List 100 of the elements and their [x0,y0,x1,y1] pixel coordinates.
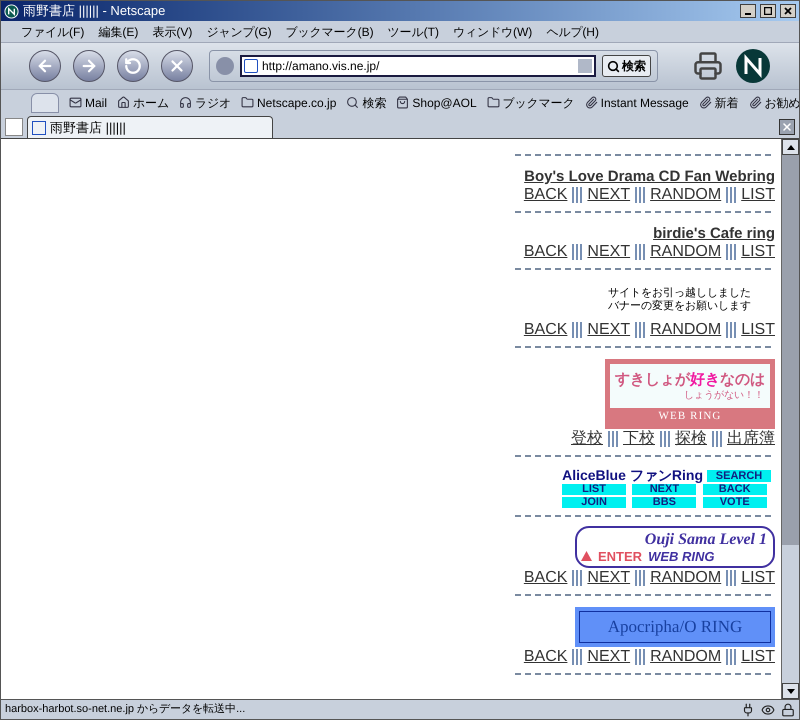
ring-link[interactable]: BACK [524,242,568,261]
paperclip-icon [748,96,762,109]
headphones-icon [179,96,192,109]
ring-link[interactable]: BACK [524,568,568,587]
banner-button[interactable]: BBS [632,497,696,508]
ring-link[interactable]: NEXT [587,647,630,666]
ring-banner[interactable]: Ouji Sama Level 1 ENTER WEB RING [575,526,775,568]
maximize-icon[interactable] [764,7,772,15]
search-icon [346,96,360,109]
ring-link[interactable]: 探検 [675,429,707,448]
separator-icon [634,648,646,664]
ring-banner[interactable]: AliceBlue ファンRing SEARCH LIST NEXT BACK JOIN BBS VOTE [562,468,771,508]
ring-title-link[interactable]: Boy's Love Drama CD Fan Webring [524,169,775,185]
banner-text: WEB RING [658,409,722,423]
status-text: harbox-harbot.so-net.ne.jp からデータを転送中... [5,702,246,718]
banner-text: すきしょが好きなのは [615,370,765,388]
bookmark-link[interactable]: Instant Message [600,94,689,112]
ring-link[interactable]: 下校 [623,429,655,448]
banner-button[interactable]: SEARCH [707,470,771,482]
triangle-icon [581,551,592,561]
up-arrow-icon[interactable] [786,144,794,150]
maximize-button[interactable] [760,4,776,18]
menu-item[interactable]: ブックマーク(B) [286,22,374,40]
bookmark-link[interactable]: ホーム [133,94,170,112]
bookmark-link[interactable]: Mail [85,94,108,112]
ring-link[interactable]: LIST [741,320,775,339]
separator-icon [634,244,646,260]
ring-link[interactable]: LIST [741,568,775,587]
menu-item[interactable]: ジャンプ(G) [206,22,272,40]
ring-link[interactable]: BACK [524,320,568,339]
window-title: 雨野書店 |||||| - Netscape [23,2,166,20]
sidebar-toggle[interactable] [31,92,59,112]
ring-link[interactable]: BACK [524,185,568,204]
ring-link[interactable]: RANDOM [650,647,722,666]
ring-link[interactable]: RANDOM [650,185,722,204]
menu-item[interactable]: 編集(E) [98,22,138,40]
folder-icon [241,96,254,109]
separator-icon [571,244,584,260]
separator-icon [659,430,671,446]
new-tab-icon[interactable] [5,118,23,136]
scroll-thumb[interactable] [782,155,799,545]
paperclip-icon [584,96,598,109]
ring-link[interactable]: NEXT [587,320,630,339]
ring-link[interactable]: NEXT [587,568,630,587]
ring-link[interactable]: NEXT [587,242,630,261]
ring-link[interactable]: RANDOM [650,320,722,339]
close-icon[interactable] [784,7,792,15]
ring-link[interactable]: LIST [741,242,775,261]
bookmark-link[interactable]: ブックマーク [502,94,575,112]
menu-item[interactable]: ツール(T) [388,22,439,40]
address-field[interactable]: http://amano.vis.ne.jp/ [240,55,596,77]
ring-link[interactable]: RANDOM [650,568,722,587]
ring-link[interactable]: 出席簿 [727,429,775,448]
separator-icon [725,648,738,664]
browser-tab[interactable]: 雨野書店 |||||| [27,116,273,138]
ring-link[interactable]: RANDOM [650,242,722,261]
menu-item[interactable]: ヘルプ(H) [546,22,599,40]
banner-button[interactable]: JOIN [562,497,626,508]
scroll-up-button[interactable] [782,139,799,155]
ring-title-link[interactable]: birdie's Cafe ring [653,226,775,242]
ring-link[interactable]: BACK [524,647,568,666]
banner-text: Apocripha/O RING [608,616,742,638]
minimize-button[interactable] [740,4,756,18]
bookmark-link[interactable]: Netscape.co.jp [257,94,336,112]
separator-icon [571,322,584,338]
reload-button[interactable] [117,50,149,82]
ring-banner[interactable]: すきしょが好きなのは しょうがない！！ WEB RING [605,359,775,429]
ring-link[interactable]: NEXT [587,185,630,204]
banner-button[interactable]: NEXT [632,484,696,495]
ring-link[interactable]: 登校 [571,429,603,448]
bookmark-link[interactable]: Shop@AOL [412,94,477,112]
bookmark-link[interactable]: ラジオ [195,94,232,112]
stop-button[interactable] [161,50,193,82]
back-icon[interactable] [36,57,54,75]
menu-item[interactable]: ファイル(F) [21,22,84,40]
back-button[interactable] [29,50,61,82]
ring-link[interactable]: LIST [741,647,775,666]
banner-text: ENTER [598,548,642,564]
notice-text: バナーの変更をお願いします [608,300,751,313]
bookmark-link[interactable]: 新着 [714,94,739,112]
scroll-down-button[interactable] [782,683,799,699]
search-icon[interactable] [607,60,620,72]
bookmark-link[interactable]: 検索 [362,94,386,112]
separator-icon [725,244,738,260]
forward-icon[interactable] [80,57,98,75]
banner-text: しょうがない！！ [684,388,764,402]
down-arrow-icon[interactable] [786,688,794,694]
reload-icon[interactable] [124,57,142,75]
menu-item[interactable]: ウィンドウ(W) [452,22,532,40]
ring-link[interactable]: LIST [741,185,775,204]
banner-button[interactable]: LIST [562,484,626,495]
forward-button[interactable] [73,50,105,82]
banner-button[interactable]: VOTE [702,497,767,508]
close-button[interactable] [780,4,796,18]
search-button[interactable]: 検索 [602,55,651,77]
menu-item[interactable]: 表示(V) [152,22,192,40]
banner-button[interactable]: BACK [702,484,767,495]
printer-icon[interactable] [693,51,723,81]
paperclip-icon [698,96,712,109]
banner-text: ファンRing [630,468,703,482]
